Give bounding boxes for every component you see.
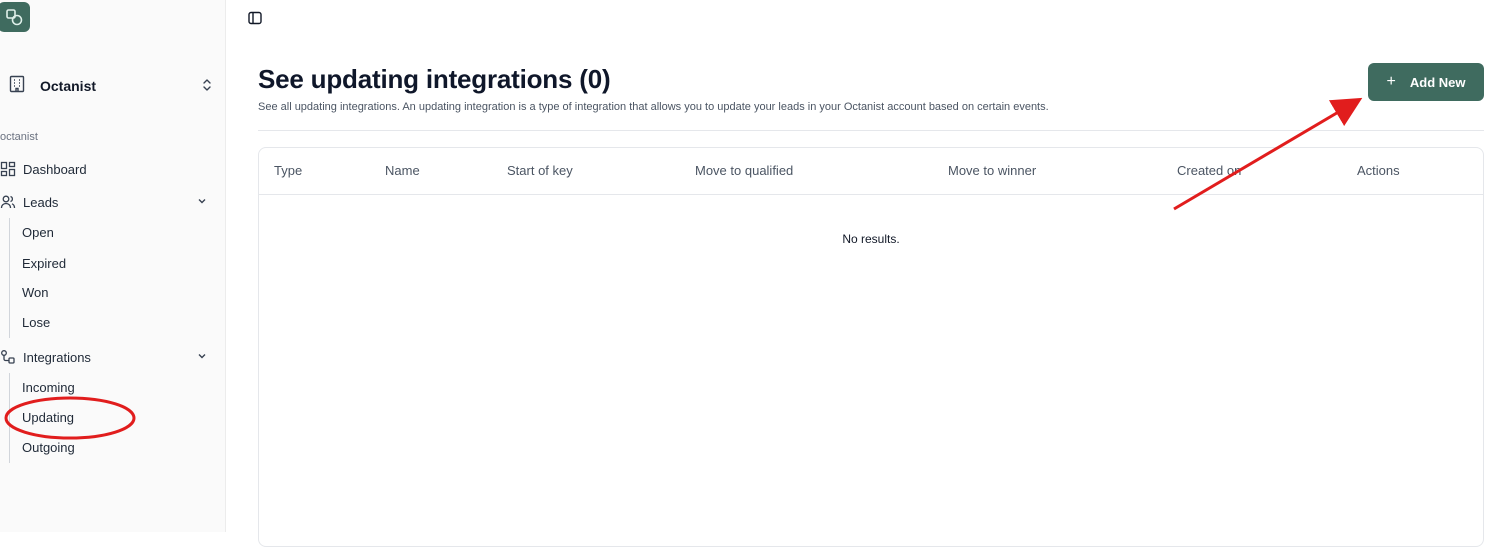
sub-menu-rail	[9, 373, 10, 463]
sidebar-subitem-open[interactable]: Open	[22, 225, 54, 240]
sidebar-subitem-lose[interactable]: Lose	[22, 315, 50, 330]
integrations-table: Type Name Start of key Move to qualified…	[258, 147, 1484, 547]
page-description: See all updating integrations. An updati…	[258, 101, 1049, 113]
organization-name: Octanist	[40, 78, 97, 94]
header-divider	[258, 130, 1484, 131]
column-header-move-to-winner[interactable]: Move to winner	[948, 163, 1036, 178]
sidebar: Octanist octanist Dashboard Leads Open E…	[0, 0, 226, 532]
sidebar-subitem-expired[interactable]: Expired	[22, 256, 66, 271]
sidebar-item-integrations[interactable]: Integrations	[0, 346, 214, 368]
sidebar-subitem-outgoing[interactable]: Outgoing	[22, 440, 75, 455]
column-header-created-on[interactable]: Created on	[1177, 163, 1241, 178]
sidebar-section-label: octanist	[0, 131, 38, 143]
sidebar-toggle-icon[interactable]	[248, 11, 262, 30]
integrations-icon	[0, 349, 16, 365]
column-header-type[interactable]: Type	[274, 163, 302, 178]
sub-menu-rail	[9, 218, 10, 338]
dashboard-icon	[0, 161, 16, 177]
chevron-down-icon	[196, 195, 208, 210]
column-header-move-to-qualified[interactable]: Move to qualified	[695, 163, 793, 178]
add-new-button[interactable]: + Add New	[1368, 63, 1484, 101]
chevron-down-icon	[196, 350, 208, 365]
users-icon	[0, 194, 16, 210]
organization-switcher[interactable]: Octanist	[8, 72, 214, 100]
table-header-row: Type Name Start of key Move to qualified…	[259, 148, 1483, 195]
plus-icon: +	[1386, 73, 1396, 90]
sidebar-item-label: Leads	[23, 194, 59, 210]
logo-icon[interactable]	[0, 2, 30, 32]
sidebar-item-label: Integrations	[23, 349, 91, 365]
sidebar-item-label: Dashboard	[23, 161, 87, 177]
sidebar-item-dashboard[interactable]: Dashboard	[0, 158, 214, 180]
building-icon	[8, 75, 26, 98]
empty-state-message: No results.	[842, 232, 900, 246]
column-header-name[interactable]: Name	[385, 163, 420, 178]
sidebar-subitem-updating[interactable]: Updating	[22, 410, 74, 425]
sidebar-item-leads[interactable]: Leads	[0, 191, 214, 213]
page-title: See updating integrations (0)	[258, 64, 611, 94]
chevron-updown-icon	[200, 77, 214, 98]
add-new-label: Add New	[1409, 74, 1466, 90]
sidebar-subitem-incoming[interactable]: Incoming	[22, 380, 75, 395]
sidebar-subitem-won[interactable]: Won	[22, 285, 49, 300]
column-header-start-of-key[interactable]: Start of key	[507, 163, 573, 178]
column-header-actions[interactable]: Actions	[1357, 163, 1400, 178]
